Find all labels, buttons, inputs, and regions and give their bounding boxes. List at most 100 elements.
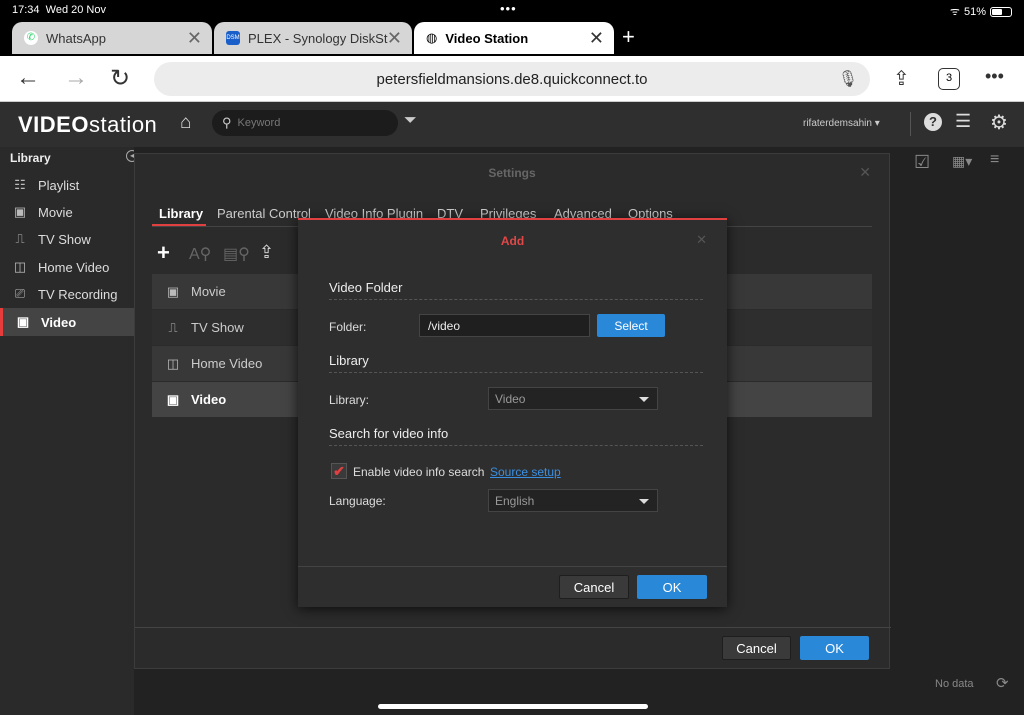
recording-icon: ⎚ [14, 286, 26, 301]
sidebar-item-movie[interactable]: ▣ Movie [0, 198, 134, 226]
browser-tab-video-station[interactable]: ◍ Video Station ✕ [414, 22, 614, 54]
filter-icon[interactable]: ⏷ [404, 112, 417, 130]
video-station-logo: VIDEOstation [18, 112, 158, 137]
wifi-icon: ᯤ [949, 6, 960, 18]
tab-count-button[interactable]: 3 [938, 68, 960, 90]
select-mode-icon[interactable]: ☑ [914, 152, 930, 173]
grid-view-icon[interactable]: ▦▾ [952, 153, 972, 170]
address-bar: ← → ↻ petersfieldmansions.de8.quickconne… [0, 56, 1024, 102]
sidebar-item-tv-show[interactable]: ⎍ TV Show [0, 225, 134, 253]
close-icon[interactable]: ✕ [387, 28, 402, 49]
home-icon[interactable]: ⌂ [180, 112, 191, 134]
battery-icon [990, 6, 1012, 17]
section-divider [329, 445, 703, 446]
more-icon[interactable]: ••• [985, 66, 1004, 87]
app-header: VIDEOstation ⌂ ⚲ Keyword ⏷ rifaterdemsah… [0, 102, 1024, 147]
enable-video-info-label: Enable video info search [353, 465, 485, 479]
sidebar-item-label: TV Recording [38, 286, 118, 302]
search-input[interactable]: ⚲ Keyword [212, 110, 398, 136]
section-divider [329, 372, 703, 373]
film-icon: ▣ [166, 283, 180, 299]
header-divider [910, 112, 911, 136]
multitask-dots[interactable]: ••• [500, 1, 517, 16]
ios-status-bar: 17:34 Wed 20 Nov ••• ᯤ 51% [0, 0, 1024, 20]
language-select-value: English [495, 493, 535, 508]
search-info-heading: Search for video info [329, 426, 449, 441]
url-text: petersfieldmansions.de8.quickconnect.to [376, 70, 648, 88]
browser-tab-whatsapp[interactable]: ✆ WhatsApp ✕ [12, 22, 212, 54]
add-cancel-button[interactable]: Cancel [559, 575, 629, 599]
sidebar-item-tv-recording[interactable]: ⎚ TV Recording [0, 280, 134, 308]
film-icon: ▣ [13, 204, 27, 219]
add-icon[interactable]: + [157, 240, 170, 266]
forward-icon[interactable]: → [64, 64, 88, 92]
tab-library[interactable]: Library [159, 206, 203, 221]
close-icon[interactable]: ✕ [187, 28, 202, 49]
url-field[interactable]: petersfieldmansions.de8.quickconnect.to … [154, 62, 870, 96]
film-icon: ▣ [166, 391, 180, 407]
library-label: Video [191, 392, 227, 407]
add-dialog-title: Add [500, 234, 525, 248]
footer-divider [298, 566, 727, 567]
library-label: Movie [191, 284, 226, 299]
add-ok-button[interactable]: OK [637, 575, 707, 599]
sidebar-item-playlist[interactable]: ☷ Playlist [0, 171, 134, 199]
new-tab-icon[interactable]: + [622, 24, 635, 50]
browser-tab-plex[interactable]: DSM PLEX - Synology DiskSta ✕ [214, 22, 412, 54]
scan-library-icon[interactable]: ▤⚲ [223, 244, 250, 264]
language-select[interactable]: English [488, 489, 658, 512]
library-heading: Library [329, 353, 369, 368]
tab-parental-control[interactable]: Parental Control [217, 206, 311, 221]
sidebar-item-video[interactable]: ▣ Video [0, 308, 134, 336]
sidebar-item-label: Video [41, 314, 77, 330]
select-folder-button[interactable]: Select [597, 314, 665, 337]
edit-library-icon[interactable]: A⚲ [189, 244, 211, 264]
settings-ok-button[interactable]: OK [800, 636, 869, 660]
source-setup-link[interactable]: Source setup [490, 465, 561, 479]
settings-gear-icon[interactable]: ⚙ [990, 110, 1008, 135]
microphone-icon[interactable]: 🎙︎ [838, 69, 858, 89]
sidebar-item-home-video[interactable]: ◫ Home Video [0, 253, 134, 281]
sidebar-heading: Library [10, 151, 51, 165]
home-indicator[interactable] [378, 704, 648, 709]
tab-label: Video Station [445, 30, 529, 46]
battery-percent: 51% [963, 5, 986, 18]
upload-icon[interactable]: ⇪ [259, 242, 274, 263]
chevron-down-icon [639, 499, 649, 504]
enable-video-info-checkbox[interactable]: ✔ [331, 463, 347, 479]
help-icon[interactable]: ? [924, 113, 942, 131]
browser-tab-bar: ✆ WhatsApp ✕ DSM PLEX - Synology DiskSta… [0, 20, 1024, 56]
refresh-icon[interactable]: ⟳ [996, 674, 1009, 692]
globe-icon: ◍ [426, 30, 438, 45]
task-list-icon[interactable]: ☰ [955, 111, 971, 132]
close-icon[interactable]: ✕ [859, 164, 871, 181]
library-label: Library: [329, 393, 370, 407]
tv-icon: ⎍ [15, 231, 25, 246]
back-icon[interactable]: ← [16, 64, 40, 92]
tv-icon: ⎍ [168, 319, 178, 335]
no-data-text: No data [935, 678, 974, 690]
sort-icon[interactable]: ≡ [990, 151, 999, 169]
close-icon[interactable]: ✕ [589, 28, 604, 49]
username-menu[interactable]: rifaterdemsahin ▾ [803, 118, 880, 129]
film-icon: ▣ [16, 314, 30, 329]
video-folder-heading: Video Folder [329, 280, 403, 295]
camcorder-icon: ◫ [13, 259, 27, 274]
playlist-icon: ☷ [14, 177, 26, 192]
share-icon[interactable]: ⇪ [893, 66, 910, 91]
library-select[interactable]: Video [488, 387, 658, 410]
status-right: ᯤ 51% [950, 4, 1012, 19]
search-placeholder: Keyword [237, 117, 281, 129]
dsm-icon: DSM [226, 31, 240, 45]
section-divider [329, 299, 703, 300]
camcorder-icon: ◫ [166, 355, 180, 371]
whatsapp-icon: ✆ [24, 31, 38, 45]
folder-label: Folder: [329, 320, 367, 334]
sidebar-item-label: Movie [38, 204, 73, 220]
sidebar-item-label: TV Show [38, 231, 91, 247]
close-icon[interactable]: ✕ [696, 232, 707, 248]
settings-cancel-button[interactable]: Cancel [722, 636, 791, 660]
folder-field[interactable]: /video [419, 314, 590, 337]
add-library-dialog: Add ✕ Video Folder Folder: /video Select… [298, 218, 727, 607]
reload-icon[interactable]: ↻ [110, 64, 130, 93]
